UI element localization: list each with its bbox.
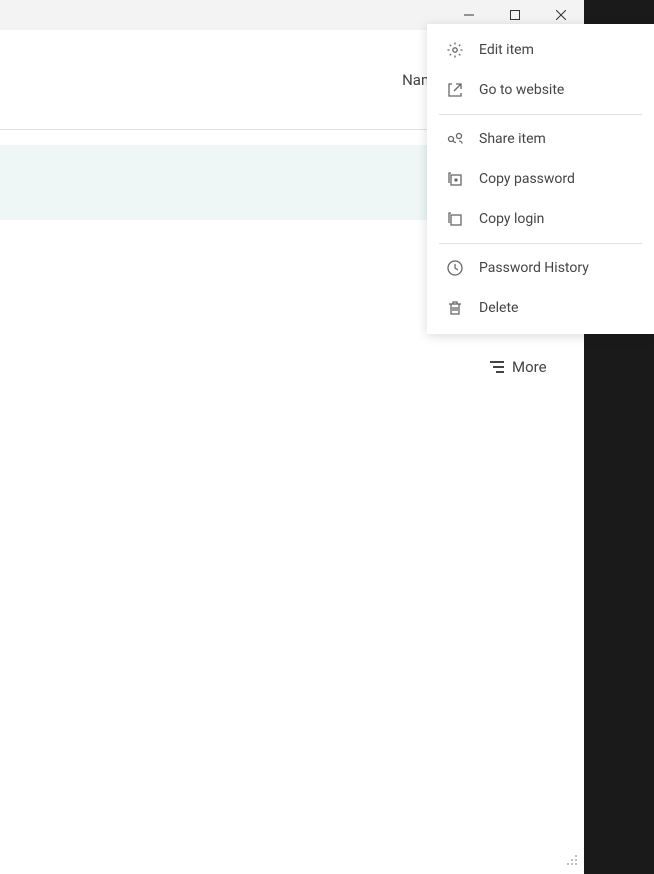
filter-icon [490,361,504,373]
copy-password-icon [445,169,465,189]
menu-edit-item[interactable]: Edit item [427,30,654,70]
menu-divider [439,114,642,115]
menu-copy-password[interactable]: Copy password [427,159,654,199]
trash-icon [445,298,465,318]
menu-password-history[interactable]: Password History [427,248,654,288]
menu-item-label: Copy password [479,171,575,187]
context-menu: Edit item Go to website Share item Copy … [427,24,654,334]
footer-more-button[interactable]: More [490,358,547,376]
menu-delete[interactable]: Delete [427,288,654,328]
footer-more-label: More [512,358,547,376]
external-link-icon [445,80,465,100]
menu-item-label: Go to website [479,82,564,98]
menu-item-label: Edit item [479,42,534,58]
share-icon [445,129,465,149]
menu-item-label: Delete [479,300,518,316]
menu-share-item[interactable]: Share item [427,119,654,159]
history-icon [445,258,465,278]
menu-divider [439,243,642,244]
gear-icon [445,40,465,60]
menu-item-label: Password History [479,260,589,276]
copy-login-icon [445,209,465,229]
menu-item-label: Copy login [479,211,544,227]
menu-item-label: Share item [479,131,546,147]
menu-go-to-website[interactable]: Go to website [427,70,654,110]
resize-grip-icon[interactable] [566,854,578,866]
menu-copy-login[interactable]: Copy login [427,199,654,239]
